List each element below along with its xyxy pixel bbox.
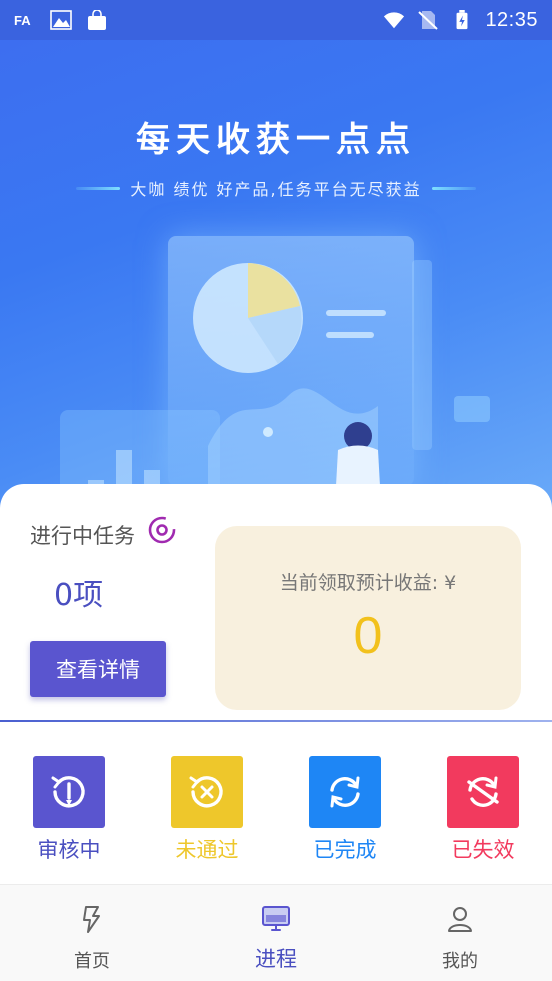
status-completed[interactable]: 已完成 [290, 756, 400, 864]
status-reviewing[interactable]: 审核中 [14, 756, 124, 864]
earnings-value: 0 [353, 607, 383, 665]
status-rejected[interactable]: 未通过 [152, 756, 262, 864]
battery-charging-icon [456, 10, 468, 30]
nav-progress[interactable]: 进程 [216, 885, 336, 981]
status-reviewing-label: 审核中 [37, 838, 101, 862]
lightning-icon [83, 906, 100, 933]
pie-graphic-icon [193, 263, 386, 486]
clock: 12:35 [485, 8, 538, 31]
decor-line-right [431, 186, 476, 190]
no-sim-icon [418, 11, 439, 30]
shopping-bag-icon [88, 10, 106, 30]
nav-home[interactable]: 首页 [32, 885, 152, 981]
illustration-block [454, 396, 490, 422]
target-icon [148, 516, 176, 544]
task-card: 进行中任务 0项 查看详情 当前领取预计收益: ¥ 0 [0, 484, 552, 720]
bottom-nav: 首页 进程 我的 [0, 884, 552, 981]
hero-subtitle: 大咖 绩优 好产品,任务平台无尽获益 [130, 180, 422, 199]
illustration-dashboard [168, 236, 414, 486]
decor-line-left [76, 186, 121, 190]
expired-icon [447, 756, 519, 828]
nav-mine-label: 我的 [442, 951, 478, 972]
nav-progress-label: 进程 [255, 947, 297, 971]
clock-x-icon [171, 756, 243, 828]
view-details-button[interactable]: 查看详情 [30, 641, 166, 697]
illustration-side-panel [412, 260, 432, 450]
hero-title: 每天收获一点点 [136, 120, 416, 160]
status-rejected-label: 未通过 [175, 838, 239, 862]
svg-text:FA: FA [14, 13, 31, 28]
clock-history-icon [33, 756, 105, 828]
nav-mine[interactable]: 我的 [400, 885, 520, 981]
status-bar: FA 12:35 [0, 0, 552, 40]
status-completed-label: 已完成 [313, 838, 377, 862]
status-expired[interactable]: 已失效 [428, 756, 538, 864]
task-count: 0项 [54, 578, 104, 613]
earnings-box: 当前领取预计收益: ¥ 0 [215, 526, 521, 710]
user-icon [448, 907, 472, 932]
hero-subtitle-row: 大咖 绩优 好产品,任务平台无尽获益 [0, 176, 552, 200]
hero-banner: 每天收获一点点 大咖 绩优 好产品,任务平台无尽获益 [0, 40, 552, 510]
status-expired-label: 已失效 [451, 838, 515, 862]
font-icon: FA [14, 13, 31, 28]
gallery-icon [50, 10, 72, 30]
refresh-icon [309, 756, 381, 828]
wifi-icon [384, 12, 405, 29]
monitor-icon [262, 906, 290, 931]
nav-home-label: 首页 [74, 951, 110, 972]
in-progress-label: 进行中任务 [30, 524, 135, 548]
status-grid: 审核中 未通过 已完成 已失效 [0, 722, 552, 882]
earnings-label: 当前领取预计收益: ¥ [279, 572, 457, 594]
